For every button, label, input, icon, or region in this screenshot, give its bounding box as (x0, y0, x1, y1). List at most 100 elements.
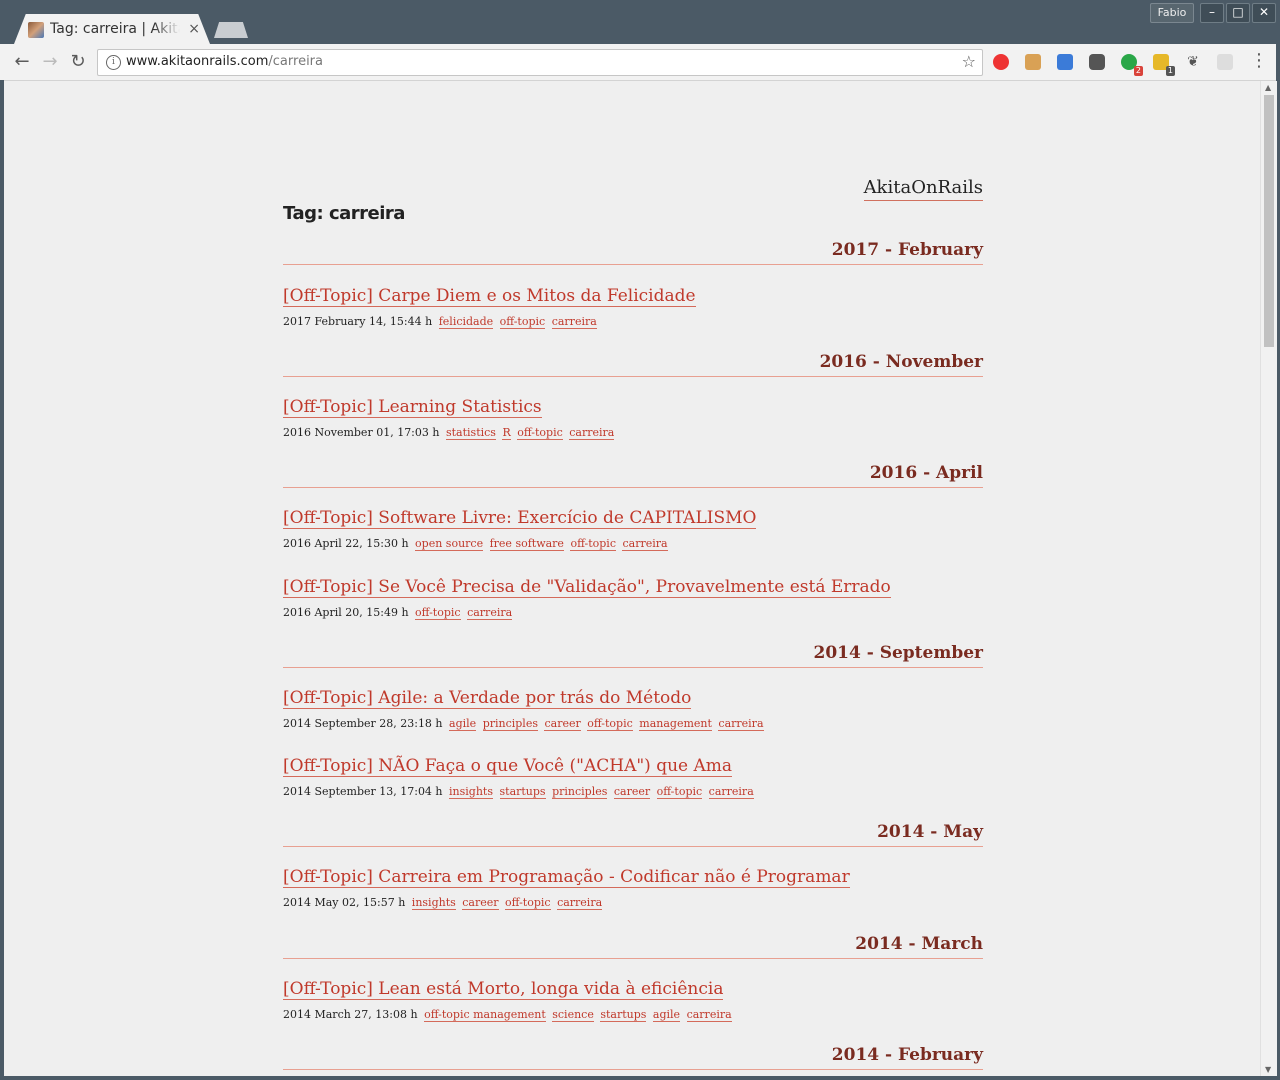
tag-link[interactable]: statistics (445, 426, 496, 440)
tag-link[interactable]: insights (449, 785, 493, 799)
post-item: [Off-Topic] Agile: a Verdade por trás do… (283, 687, 983, 731)
tag-link[interactable]: insights (411, 896, 456, 910)
extension-leaf-icon[interactable]: ❦ (1185, 54, 1201, 70)
info-icon[interactable]: i (106, 55, 121, 70)
extension-user-icon[interactable] (1025, 54, 1041, 70)
page-title: Tag: carreira (283, 203, 405, 224)
tag-link[interactable]: principles (552, 785, 608, 799)
tag-link[interactable]: felicidade (438, 315, 494, 329)
tag-link[interactable]: science (552, 1008, 594, 1022)
browser-tab-active[interactable]: Tag: carreira | AkitaOnRails × (14, 14, 210, 44)
tag-link[interactable]: startups (600, 1008, 647, 1022)
extension-lastpass-icon[interactable] (993, 54, 1009, 70)
back-icon[interactable]: ← (11, 51, 33, 73)
month-heading: 2017 - February (283, 239, 983, 265)
tag-link[interactable]: off-topic (517, 426, 563, 440)
tag-link[interactable]: free software (489, 537, 564, 551)
post-title-link[interactable]: [Off-Topic] Carreira em Programação - Co… (283, 867, 850, 888)
close-window-icon[interactable]: ✕ (1252, 3, 1276, 23)
post-date: 2017 February 14, 15:44 h (283, 315, 433, 328)
tag-link[interactable]: off-topic management (424, 1008, 546, 1022)
tab-close-icon[interactable]: × (188, 20, 200, 38)
extension-yellow-icon[interactable]: 1 (1153, 54, 1175, 76)
post-item: [Off-Topic] NÃO Faça o que Você ("ACHA")… (283, 755, 983, 799)
tag-link[interactable]: off-topic (656, 785, 703, 799)
tag-link[interactable]: agile (652, 1008, 681, 1022)
month-section: 2014 - March (283, 933, 983, 959)
menu-kebab-icon[interactable]: ⋮ (1250, 52, 1268, 70)
extension-window-icon[interactable] (1057, 54, 1073, 70)
post-item: [Off-Topic] Learning Statistics 2016 Nov… (283, 396, 983, 440)
favicon-icon (28, 22, 44, 38)
month-heading: 2014 - March (283, 933, 983, 959)
post-meta: 2014 May 02, 15:57 h insights career off… (283, 896, 983, 910)
new-tab-button[interactable] (214, 22, 248, 38)
tag-link[interactable]: carreira (622, 537, 668, 551)
post-date: 2014 September 28, 23:18 h (283, 717, 443, 730)
extension-grid-icon[interactable] (1217, 54, 1233, 70)
tag-link[interactable]: off-topic (415, 606, 461, 620)
profile-button[interactable]: Fabio (1150, 3, 1194, 23)
tag-link[interactable]: off-topic (570, 537, 616, 551)
extension-pocket-icon[interactable] (1089, 54, 1105, 70)
post-date: 2014 March 27, 13:08 h (283, 1008, 418, 1021)
post-item: [Off-Topic] Carpe Diem e os Mitos da Fel… (283, 285, 983, 329)
post-date: 2016 April 20, 15:49 h (283, 606, 409, 619)
post-title-link[interactable]: [Off-Topic] NÃO Faça o que Você ("ACHA")… (283, 756, 733, 777)
minimize-icon[interactable]: – (1200, 3, 1224, 23)
post-meta: 2014 March 27, 13:08 h off-topic managem… (283, 1008, 983, 1022)
scroll-up-icon[interactable]: ▲ (1265, 83, 1271, 92)
tag-link[interactable]: R (502, 426, 511, 440)
reload-icon[interactable]: ↻ (67, 51, 89, 73)
extension-badge: 1 (1165, 66, 1175, 76)
post-title-link[interactable]: [Off-Topic] Learning Statistics (283, 397, 542, 418)
maximize-icon[interactable]: □ (1226, 3, 1250, 23)
post-date: 2014 May 02, 15:57 h (283, 896, 406, 909)
tag-link[interactable]: management (639, 717, 712, 731)
month-heading: 2014 - September (283, 642, 983, 668)
tag-link[interactable]: career (613, 785, 651, 799)
tag-link[interactable]: startups (499, 785, 546, 799)
tag-link[interactable]: carreira (557, 896, 603, 910)
month-heading: 2014 - February (283, 1044, 983, 1070)
tag-link[interactable]: off-topic (505, 896, 551, 910)
tag-link[interactable]: off-topic (587, 717, 633, 731)
post-item: [Off-Topic] Software Livre: Exercício de… (283, 507, 983, 551)
tag-link[interactable]: carreira (467, 606, 513, 620)
post-meta: 2016 April 20, 15:49 h off-topic carreir… (283, 606, 983, 620)
post-title-link[interactable]: [Off-Topic] Carpe Diem e os Mitos da Fel… (283, 286, 696, 307)
tag-link[interactable]: carreira (551, 315, 597, 329)
tag-link[interactable]: principles (482, 717, 538, 731)
month-heading: 2016 - April (283, 462, 983, 488)
tag-link[interactable]: carreira (686, 1008, 732, 1022)
tag-link[interactable]: career (462, 896, 499, 910)
post-title-link[interactable]: [Off-Topic] Se Você Precisa de "Validaçã… (283, 577, 891, 598)
scrollbar-thumb[interactable] (1264, 95, 1274, 347)
post-item: [Off-Topic] Se Você Precisa de "Validaçã… (283, 576, 983, 620)
site-title-link[interactable]: AkitaOnRails (863, 177, 983, 201)
forward-icon[interactable]: → (39, 51, 61, 73)
scroll-down-icon[interactable]: ▼ (1265, 1065, 1271, 1074)
tag-link[interactable]: carreira (708, 785, 754, 799)
browser-title-bar: Tag: carreira | AkitaOnRails × Fabio – □… (0, 0, 1280, 44)
extension-green-icon[interactable]: 2 (1121, 54, 1143, 76)
vertical-scrollbar[interactable]: ▲ ▼ (1260, 81, 1277, 1076)
extension-badge: 2 (1133, 66, 1143, 76)
post-title-link[interactable]: [Off-Topic] Lean está Morto, longa vida … (283, 979, 724, 1000)
bookmark-star-icon[interactable]: ☆ (962, 52, 976, 71)
post-title-link[interactable]: [Off-Topic] Agile: a Verdade por trás do… (283, 688, 692, 709)
address-bar[interactable]: i www.akitaonrails.com/carreira ☆ (97, 49, 983, 76)
tag-link[interactable]: open source (415, 537, 484, 551)
tag-link[interactable]: agile (449, 717, 477, 731)
tag-link[interactable]: career (544, 717, 581, 731)
post-title-link[interactable]: [Off-Topic] Software Livre: Exercício de… (283, 508, 757, 529)
tag-link[interactable]: carreira (718, 717, 764, 731)
month-section: 2014 - May (283, 821, 983, 847)
url-text[interactable]: www.akitaonrails.com/carreira (126, 54, 323, 69)
post-date: 2014 September 13, 17:04 h (283, 785, 443, 798)
post-meta: 2017 February 14, 15:44 h felicidade off… (283, 315, 983, 329)
tag-link[interactable]: off-topic (499, 315, 546, 329)
month-section: 2014 - September (283, 642, 983, 668)
post-date: 2016 April 22, 15:30 h (283, 537, 409, 550)
tag-link[interactable]: carreira (569, 426, 615, 440)
